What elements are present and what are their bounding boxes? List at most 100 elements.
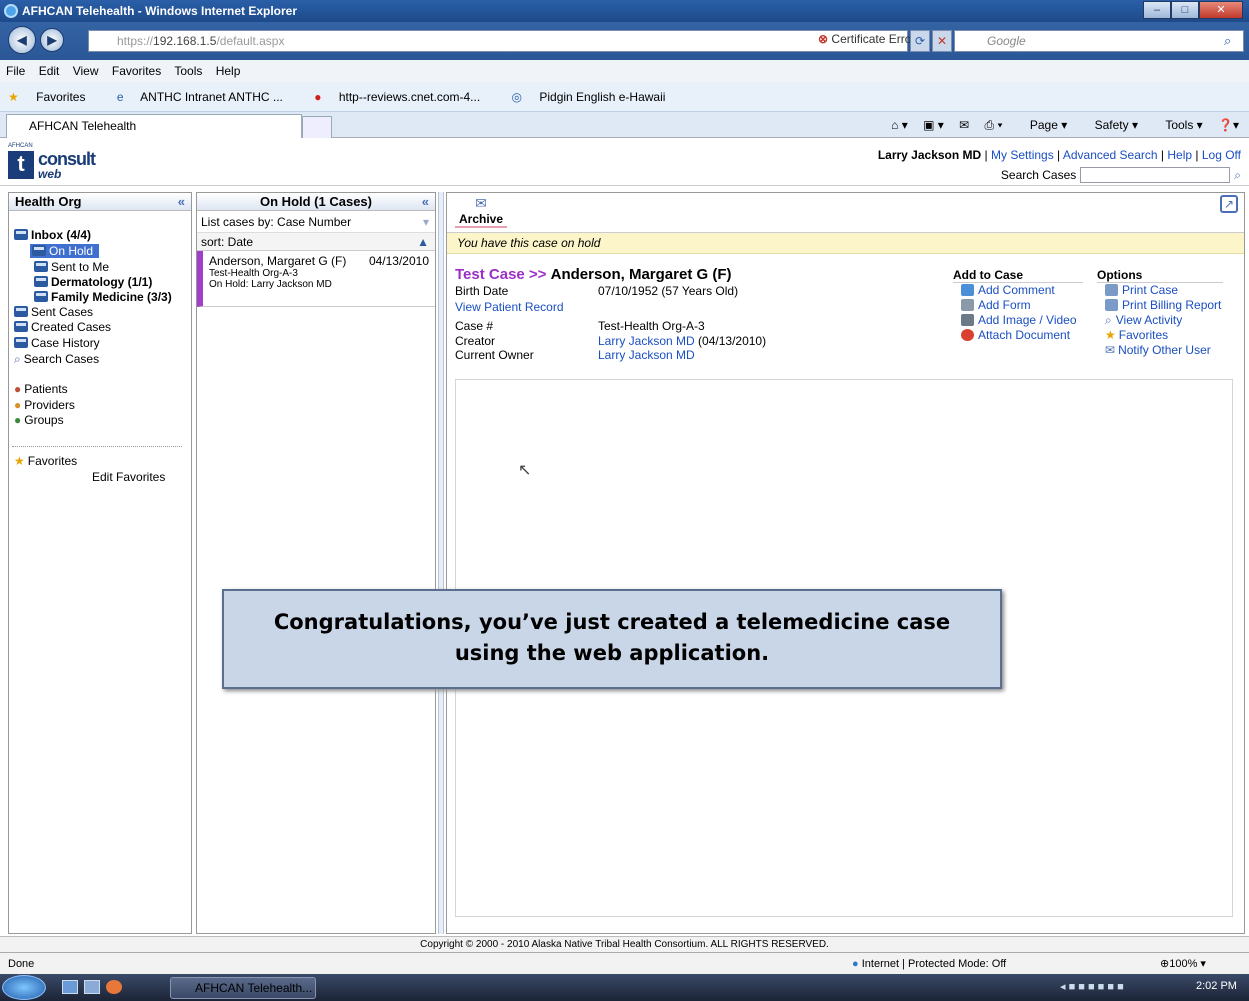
fav-link-cnet[interactable]: ● http--reviews.cnet.com-4...: [314, 90, 494, 104]
tree-search-cases[interactable]: ⌕ Search Cases: [14, 352, 99, 367]
fav-link-anthc[interactable]: e ANTHC Intranet ANTHC ...: [117, 90, 297, 104]
case-item-hold: On Hold: Larry Jackson MD: [209, 279, 332, 290]
hold-notice-text: You have this case on hold: [457, 236, 601, 250]
tree-sent-to-me[interactable]: Sent to Me: [34, 260, 109, 274]
show-desktop-icon[interactable]: [62, 980, 78, 994]
print-icon[interactable]: ⎙ ▾: [985, 118, 1003, 132]
menu-view[interactable]: View: [73, 64, 99, 78]
refresh-icon[interactable]: ⟳: [910, 30, 930, 52]
help-icon[interactable]: ❓▾: [1218, 118, 1239, 132]
page-menu-label: Page: [1029, 118, 1058, 132]
owner-link[interactable]: Larry Jackson MD: [598, 348, 695, 362]
attach-document-link[interactable]: Attach Document: [961, 328, 1070, 342]
safety-menu[interactable]: Safety ▾: [1083, 118, 1138, 132]
folder-icon: [14, 306, 28, 317]
tree-providers[interactable]: ● Providers: [14, 398, 75, 412]
case-list-item[interactable]: Anderson, Margaret G (F) 04/13/2010 Test…: [197, 251, 435, 307]
notify-other-user-label: Notify Other User: [1118, 343, 1211, 357]
creator-date: (04/13/2010): [698, 334, 767, 348]
zoom-icon: ⊕: [1160, 958, 1170, 970]
browser-tab[interactable]: AFHCAN Telehealth: [6, 114, 302, 138]
tree-favorites[interactable]: ★ Favorites: [14, 454, 77, 468]
sort-up-icon: ▲: [417, 235, 429, 249]
tree-sent-cases[interactable]: Sent Cases: [14, 305, 93, 319]
tree-dermatology[interactable]: Dermatology (1/1): [34, 275, 152, 289]
page-icon: ◎: [511, 90, 523, 104]
back-button[interactable]: ◀: [8, 26, 36, 54]
comment-icon: [961, 284, 974, 296]
case-prefix[interactable]: Test Case >>: [455, 266, 546, 283]
start-button[interactable]: [2, 975, 46, 1000]
add-form-link[interactable]: Add Form: [961, 298, 1031, 312]
forward-button[interactable]: ▶: [40, 28, 64, 52]
notify-other-user-link[interactable]: ✉ Notify Other User: [1105, 343, 1211, 357]
edit-favorites-link[interactable]: Edit Favorites: [92, 470, 165, 484]
favorites-link[interactable]: ★ Favorites: [1105, 328, 1168, 342]
advanced-search-link[interactable]: Advanced Search: [1063, 148, 1158, 162]
add-image-video-link[interactable]: Add Image / Video: [961, 313, 1077, 327]
menu-file[interactable]: File: [6, 64, 25, 78]
switch-windows-icon[interactable]: [84, 980, 100, 994]
star-icon: ★: [8, 90, 19, 104]
tree-case-history[interactable]: Case History: [14, 336, 100, 350]
user-links: Larry Jackson MD | My Settings | Advance…: [877, 148, 1241, 162]
security-zone[interactable]: ● Internet | Protected Mode: Off: [852, 953, 1006, 975]
print-case-link[interactable]: Print Case: [1105, 283, 1178, 297]
minimize-button[interactable]: –: [1143, 1, 1171, 19]
page-menu[interactable]: Page ▾: [1018, 118, 1067, 132]
fav-link-pidgin[interactable]: ◎ Pidgin English e-Hawaii: [512, 90, 680, 104]
log-off-link[interactable]: Log Off: [1202, 148, 1241, 162]
tree-patients[interactable]: ● Patients: [14, 382, 68, 396]
url-field[interactable]: https://192.168.1.5/default.aspx: [88, 30, 908, 52]
add-comment-link[interactable]: Add Comment: [961, 283, 1055, 297]
search-cases-input[interactable]: [1080, 167, 1231, 183]
help-link[interactable]: Help: [1167, 148, 1192, 162]
sort-selector[interactable]: sort: Date ▲: [197, 233, 435, 251]
search-icon[interactable]: ⌕: [1234, 168, 1241, 183]
print-billing-report-link[interactable]: Print Billing Report: [1105, 298, 1221, 312]
archive-button[interactable]: ✉ Archive: [455, 195, 507, 228]
mail-icon[interactable]: ✉: [959, 118, 969, 132]
maximize-button[interactable]: □: [1171, 1, 1199, 19]
menu-tools[interactable]: Tools: [174, 64, 202, 78]
taskbar-item-ie[interactable]: AFHCAN Telehealth...: [170, 977, 316, 999]
tree-created-cases[interactable]: Created Cases: [14, 320, 111, 334]
case-list-panel: On Hold (1 Cases) « List cases by: Case …: [196, 192, 436, 934]
callout-line-1: Congratulations, you’ve just created a t…: [273, 610, 951, 634]
favorites-button[interactable]: ★ Favorites: [8, 90, 99, 104]
menu-edit[interactable]: Edit: [39, 64, 60, 78]
close-button[interactable]: ✕: [1199, 1, 1243, 19]
attach-icon: [961, 329, 974, 341]
menu-favorites[interactable]: Favorites: [112, 64, 161, 78]
copyright-text: Copyright © 2000 - 2010 Alaska Native Tr…: [420, 939, 829, 950]
creator-link[interactable]: Larry Jackson MD: [598, 334, 695, 348]
zoom-control[interactable]: ⊕100% ▾: [1160, 953, 1206, 975]
tools-menu[interactable]: Tools ▾: [1153, 118, 1202, 132]
logo-small-text: AFHCAN: [8, 143, 33, 149]
popout-icon[interactable]: ↗: [1220, 195, 1238, 213]
view-activity-link[interactable]: ⌕ View Activity: [1105, 313, 1182, 328]
list-by-selector[interactable]: List cases by: Case Number ▾: [197, 211, 435, 233]
tree-sent-cases-label: Sent Cases: [31, 305, 94, 319]
tray-icons[interactable]: ◂ ■ ■ ■ ■ ■ ■: [1060, 980, 1124, 993]
browser-search-input[interactable]: Google: [954, 30, 1244, 52]
my-settings-link[interactable]: My Settings: [991, 148, 1054, 162]
search-icon[interactable]: ⌕: [1224, 33, 1231, 49]
tree-family-medicine[interactable]: Family Medicine (3/3): [34, 290, 172, 304]
tree-inbox[interactable]: Inbox (4/4): [14, 228, 91, 242]
status-bar: Done ● Internet | Protected Mode: Off ⊕1…: [0, 952, 1249, 974]
tree-groups[interactable]: ● Groups: [14, 413, 64, 427]
tree-on-hold[interactable]: On Hold: [30, 244, 100, 258]
menu-help[interactable]: Help: [216, 64, 241, 78]
home-icon[interactable]: ⌂ ▾: [891, 118, 908, 132]
new-tab-button[interactable]: [302, 116, 332, 138]
quick-launch-icon[interactable]: [106, 980, 122, 994]
stop-icon[interactable]: ✕: [932, 30, 952, 52]
view-patient-record-link[interactable]: View Patient Record: [455, 300, 564, 314]
panel-splitter[interactable]: [438, 192, 444, 934]
certificate-error[interactable]: ⊗ Certificate Error: [818, 32, 915, 46]
collapse-icon[interactable]: «: [422, 193, 429, 211]
collapse-icon[interactable]: «: [178, 193, 185, 211]
favorites-label: Favorites: [1118, 328, 1169, 342]
feeds-icon[interactable]: ▣ ▾: [923, 118, 944, 132]
